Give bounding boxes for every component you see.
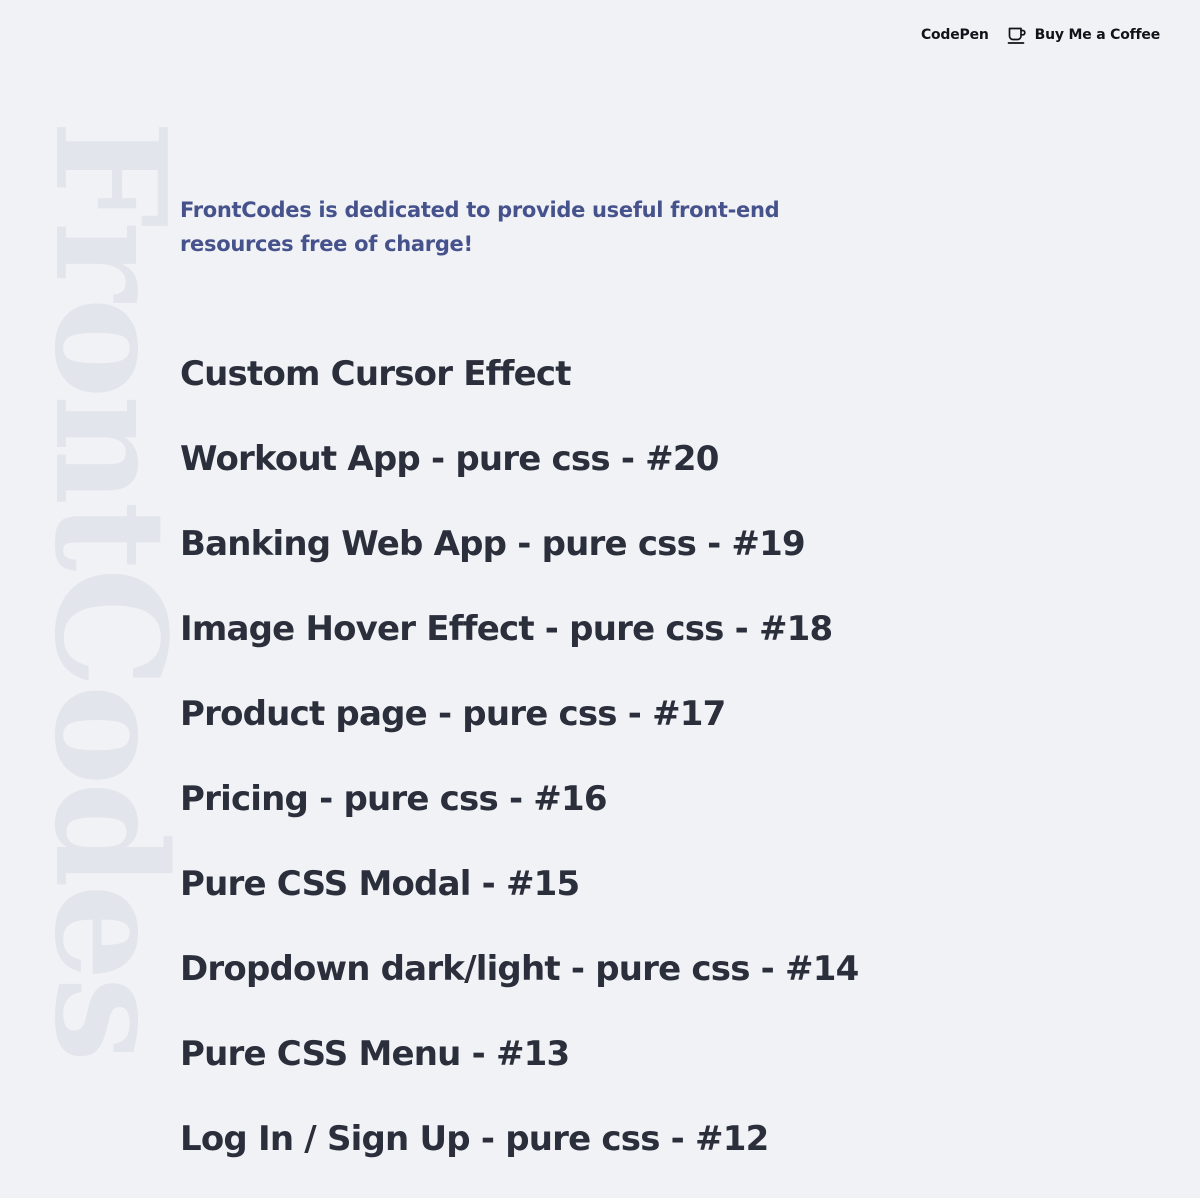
brand-watermark-text: FrontCodes	[21, 120, 200, 1059]
site-tagline: FrontCodes is dedicated to provide usefu…	[180, 198, 780, 256]
project-link[interactable]: Pure CSS Menu - #13	[180, 1028, 570, 1080]
top-navigation: CodePen Buy Me a Coffee	[921, 22, 1160, 48]
project-list-item: Banking Web App - pure css - #19	[180, 518, 858, 603]
project-link[interactable]: Workout App - pure css - #20	[180, 433, 719, 485]
project-list: Custom Cursor Effect Workout App - pure …	[180, 348, 859, 1198]
buy-me-a-coffee-label: Buy Me a Coffee	[1034, 27, 1161, 43]
project-link[interactable]: Custom Cursor Effect	[180, 348, 571, 400]
buy-me-a-coffee-link[interactable]: Buy Me a Coffee	[1007, 25, 1160, 45]
project-link[interactable]: Log In / Sign Up - pure css - #12	[180, 1113, 769, 1165]
project-list-item: Workout App - pure css - #20	[180, 433, 858, 518]
project-list-item: Custom Cursor Effect	[180, 348, 858, 433]
project-list-item: Product page - pure css - #17	[180, 688, 858, 773]
project-link[interactable]: Banking Web App - pure css - #19	[180, 518, 806, 570]
project-link[interactable]: Pricing - pure css - #16	[180, 773, 608, 825]
project-link[interactable]: Dropdown dark/light - pure css - #14	[180, 943, 859, 995]
project-link[interactable]: Image Hover Effect - pure css - #18	[180, 603, 833, 655]
project-link[interactable]: Pure CSS Modal - #15	[180, 858, 580, 910]
project-list-item: Pure CSS Modal - #15	[180, 858, 858, 943]
brand-watermark: FrontCodes	[0, 0, 200, 1058]
project-list-item: Pricing - pure css - #16	[180, 773, 858, 858]
project-list-item: Image Hover Effect - pure css - #18	[180, 603, 858, 688]
project-link[interactable]: Product page - pure css - #17	[180, 688, 726, 740]
coffee-cup-icon	[1007, 25, 1027, 45]
project-list-item: Dropdown dark/light - pure css - #14	[180, 943, 859, 1028]
codepen-link-label: CodePen	[920, 27, 989, 43]
codepen-link[interactable]: CodePen	[921, 27, 989, 43]
project-list-item: Pure CSS Menu - #13	[180, 1028, 858, 1113]
